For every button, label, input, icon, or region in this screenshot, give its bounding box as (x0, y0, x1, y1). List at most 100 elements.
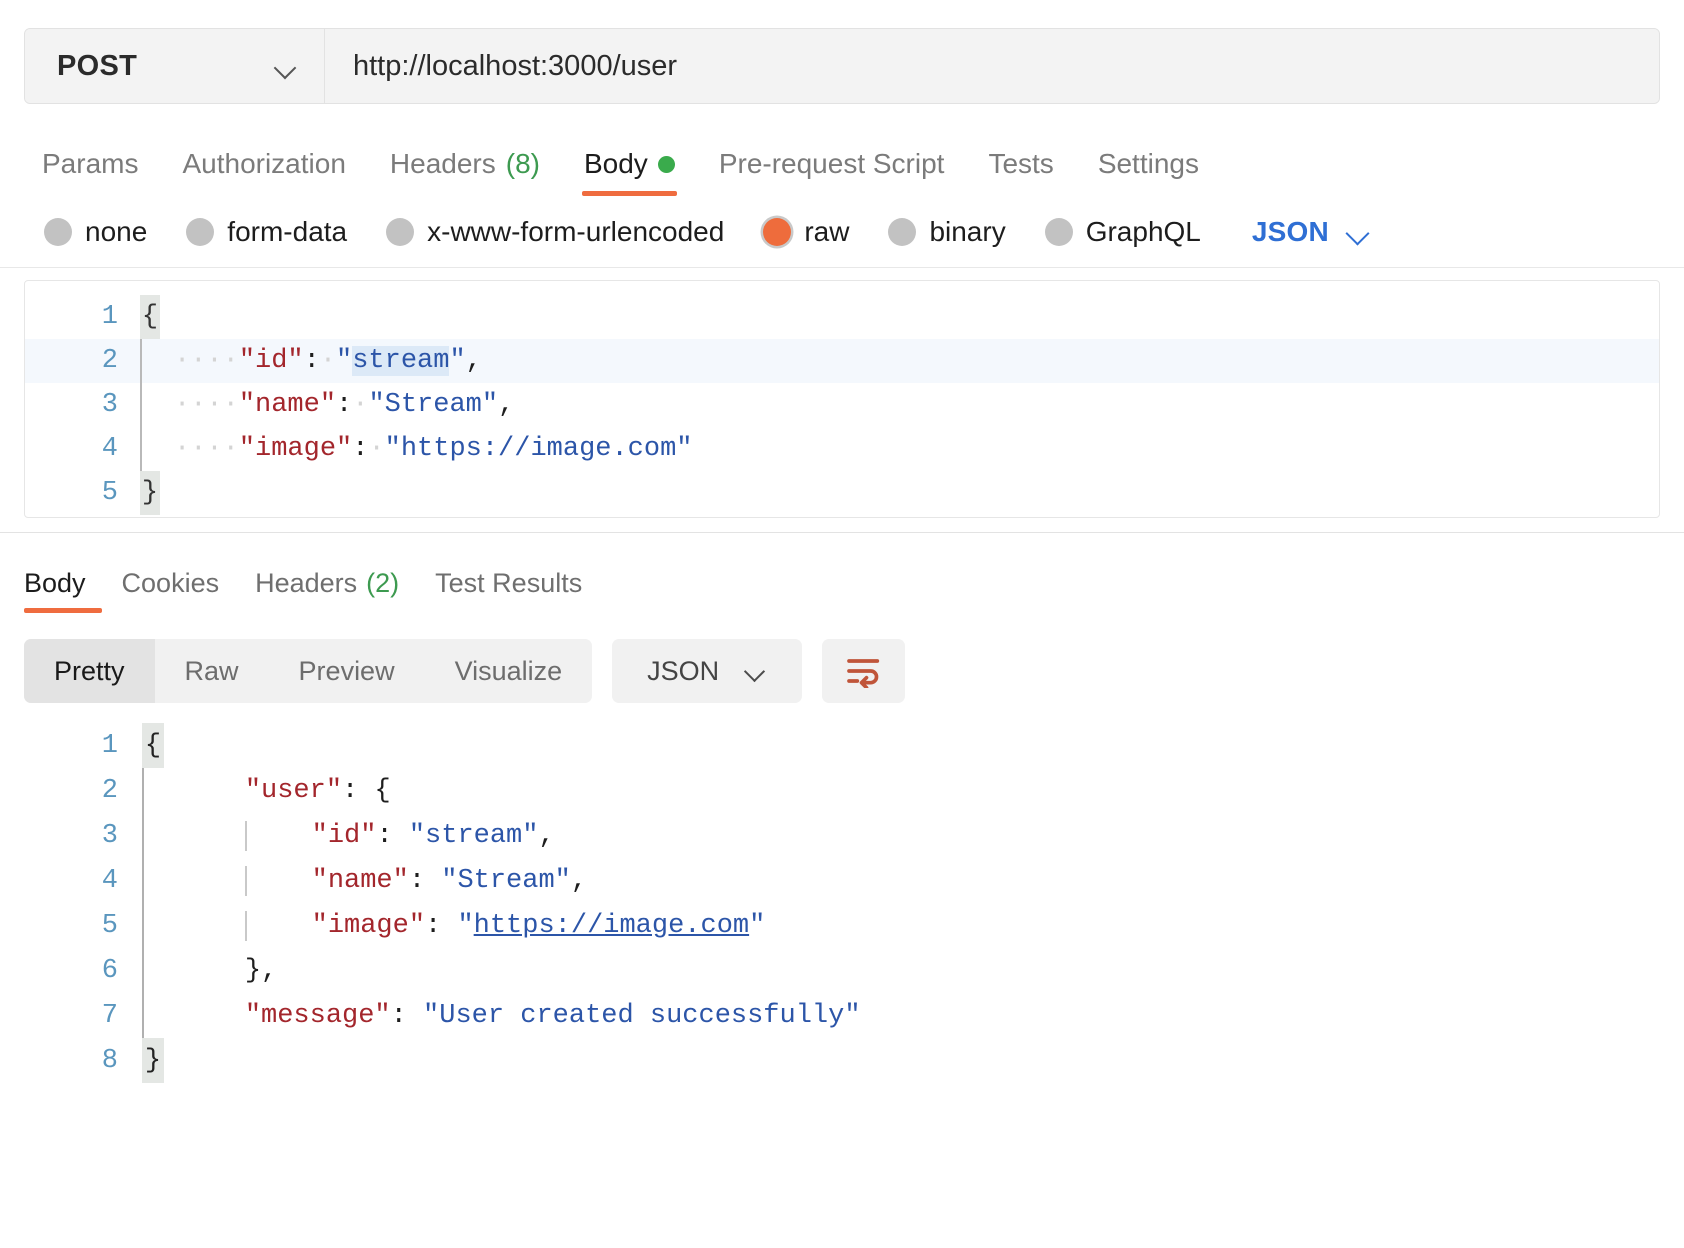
line-number: 4 (24, 866, 142, 896)
code-fold-marker: { (142, 723, 164, 768)
response-pane: Body Cookies Headers (2) Test Results Pr… (0, 532, 1684, 1083)
body-type-x-www-form-urlencoded[interactable]: x-www-form-urlencoded (386, 216, 724, 248)
body-type-graphql[interactable]: GraphQL (1045, 216, 1201, 248)
line-number: 8 (24, 1046, 142, 1076)
response-code-line: 7 "message": "User created successfully" (24, 993, 1660, 1038)
request-code-line: 3····"name":·"Stream", (25, 383, 1659, 427)
line-number: 2 (25, 346, 140, 376)
tab-body-label: Body (584, 148, 648, 180)
response-tab-headers[interactable]: Headers (2) (237, 568, 417, 613)
tab-pre-request-script[interactable]: Pre-request Script (697, 148, 967, 196)
response-tab-cookies[interactable]: Cookies (104, 568, 238, 613)
response-format-select[interactable]: JSON (612, 639, 802, 703)
raw-format-select[interactable]: JSON (1252, 216, 1371, 248)
tab-params-label: Params (42, 148, 138, 180)
line-number: 3 (24, 821, 142, 851)
view-mode-visualize[interactable]: Visualize (425, 639, 593, 703)
indent-guide: "name": "Stream", (245, 866, 587, 896)
indent-guide (140, 383, 160, 427)
code-text: "message": "User created successfully" (164, 1001, 861, 1031)
line-number: 7 (24, 1001, 142, 1031)
indent-guide: "id": "stream", (245, 821, 555, 851)
code-fold-marker: } (142, 1038, 164, 1083)
code-text: "image": "https://image.com" (164, 911, 765, 941)
code-text: "name": "Stream", (164, 866, 587, 896)
word-wrap-button[interactable] (822, 639, 905, 703)
view-mode-raw[interactable]: Raw (155, 639, 269, 703)
body-type-form-data[interactable]: form-data (186, 216, 347, 248)
code-fold-marker: { (140, 295, 160, 339)
tab-authorization[interactable]: Authorization (160, 148, 367, 196)
tab-headers[interactable]: Headers (8) (368, 148, 562, 196)
radio-icon (44, 218, 72, 246)
indent-guide (142, 768, 164, 813)
tab-headers-count: (8) (506, 148, 540, 180)
code-text: "id": "stream", (164, 821, 555, 851)
response-tab-headers-count: (2) (366, 568, 399, 599)
request-code-line: 4 ····"image":·"https://image.com" (25, 427, 1659, 471)
response-code-line: 1{ (24, 723, 1660, 768)
tab-settings[interactable]: Settings (1076, 148, 1221, 196)
body-type-binary[interactable]: binary (888, 216, 1005, 248)
code-text: ····"image":·"https://image.com" (160, 434, 693, 464)
view-mode-pretty-label: Pretty (54, 656, 125, 687)
line-number: 2 (24, 776, 142, 806)
response-body-editor[interactable]: 1{2 "user": {3 "id": "stream",4 "name": … (24, 723, 1660, 1083)
code-text: ····"id":·"stream", (160, 346, 482, 376)
tab-tests-label: Tests (988, 148, 1053, 180)
request-body-editor-wrap: 1{ 2 ····"id":·"stream", 3····"name":·"Stre… (0, 268, 1684, 518)
view-mode-preview-label: Preview (299, 656, 395, 687)
indent-guide (142, 903, 164, 948)
response-tab-headers-label: Headers (255, 568, 357, 599)
body-type-none[interactable]: none (44, 216, 147, 248)
indent-guide (140, 427, 160, 471)
indent-guide (140, 339, 160, 383)
code-fold-marker: } (140, 471, 160, 515)
response-code-line: 4 "name": "Stream", (24, 858, 1660, 903)
tab-headers-label: Headers (390, 148, 496, 180)
view-mode-raw-label: Raw (185, 656, 239, 687)
url-input[interactable] (325, 29, 1659, 103)
radio-selected-icon (763, 218, 791, 246)
code-text: }, (164, 956, 277, 986)
response-tab-body[interactable]: Body (24, 568, 104, 613)
radio-icon (1045, 218, 1073, 246)
response-code-line: 3 "id": "stream", (24, 813, 1660, 858)
code-text: ····"name":·"Stream", (160, 390, 514, 420)
body-type-urlencoded-label: x-www-form-urlencoded (427, 216, 724, 248)
chevron-down-icon (745, 664, 767, 678)
body-type-binary-label: binary (929, 216, 1005, 248)
response-url-link[interactable]: https://image.com (474, 911, 749, 941)
body-type-form-data-label: form-data (227, 216, 347, 248)
response-format-label: JSON (647, 656, 719, 687)
response-code-line: 2 "user": { (24, 768, 1660, 813)
request-body-editor[interactable]: 1{ 2 ····"id":·"stream", 3····"name":·"Stre… (24, 280, 1660, 518)
response-code-line: 5 "image": "https://image.com" (24, 903, 1660, 948)
response-body-editor-wrap: 1{2 "user": {3 "id": "stream",4 "name": … (0, 703, 1684, 1083)
view-mode-preview[interactable]: Preview (269, 639, 425, 703)
radio-icon (888, 218, 916, 246)
chevron-down-icon (1347, 224, 1371, 240)
tab-body[interactable]: Body (562, 148, 697, 196)
code-text: "user": { (164, 776, 391, 806)
tab-tests[interactable]: Tests (966, 148, 1075, 196)
view-mode-pretty[interactable]: Pretty (24, 639, 155, 703)
request-code-line: 5} (25, 471, 1659, 515)
http-method-label: POST (57, 50, 137, 83)
indent-guide: "image": "https://image.com" (245, 911, 766, 941)
tab-params[interactable]: Params (24, 148, 160, 196)
body-type-graphql-label: GraphQL (1086, 216, 1201, 248)
body-type-raw[interactable]: raw (763, 216, 849, 248)
response-tab-test-results[interactable]: Test Results (417, 568, 600, 613)
body-type-none-label: none (85, 216, 147, 248)
line-number: 5 (25, 478, 140, 508)
indent-guide (142, 813, 164, 858)
request-code-line: 2 ····"id":·"stream", (25, 339, 1659, 383)
line-number: 4 (25, 434, 140, 464)
body-type-row: none form-data x-www-form-urlencoded raw… (0, 196, 1684, 268)
request-code-line: 1{ (25, 295, 1659, 339)
request-tabs: Params Authorization Headers (8) Body Pr… (0, 134, 1684, 196)
indent-guide (142, 993, 164, 1038)
http-method-select[interactable]: POST (25, 29, 325, 103)
body-present-dot-icon (658, 156, 675, 173)
